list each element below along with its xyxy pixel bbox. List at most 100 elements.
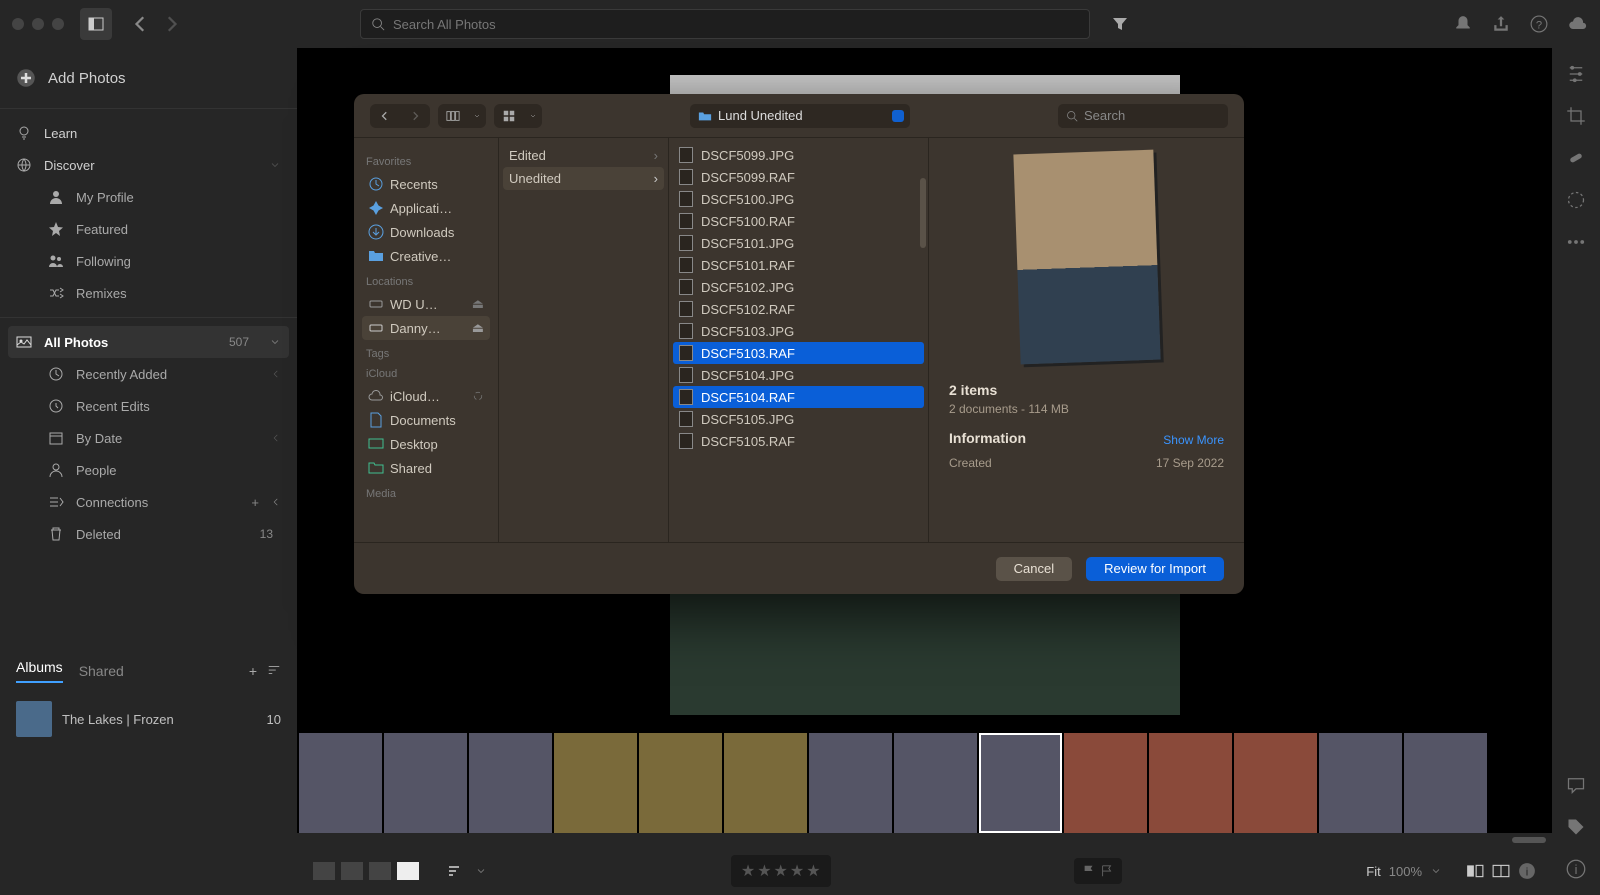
close-window-icon[interactable] (12, 18, 24, 30)
cloud-icon[interactable] (1568, 14, 1588, 34)
zoom-value[interactable]: 100% (1389, 864, 1422, 879)
connections-nav[interactable]: Connections + (0, 486, 297, 518)
crop-icon[interactable] (1566, 106, 1586, 126)
file-row[interactable]: DSCF5104.RAF (673, 386, 924, 408)
path-dropdown[interactable]: Lund Unedited (690, 104, 910, 128)
grid-large-icon[interactable] (313, 862, 335, 880)
file-row[interactable]: DSCF5101.JPG (669, 232, 928, 254)
filmstrip-thumb[interactable] (1404, 733, 1487, 833)
file-row[interactable]: DSCF5103.JPG (669, 320, 928, 342)
single-view-icon[interactable] (397, 862, 419, 880)
filmstrip-thumb[interactable] (1234, 733, 1317, 833)
deleted-nav[interactable]: Deleted 13 (0, 518, 297, 550)
show-more-link[interactable]: Show More (1163, 433, 1224, 447)
grid-small-icon[interactable] (341, 862, 363, 880)
info-panel-icon[interactable]: i (1566, 859, 1586, 879)
by-date-nav[interactable]: By Date (0, 422, 297, 454)
fullscreen-window-icon[interactable] (52, 18, 64, 30)
rating-stars[interactable]: ★★★★★ (731, 855, 831, 887)
flag-buttons[interactable] (1074, 858, 1122, 884)
danny-drive-item[interactable]: Danny…⏏ (362, 316, 490, 340)
featured-nav[interactable]: Featured (0, 213, 297, 245)
shared-tab[interactable]: Shared (79, 663, 124, 679)
chevron-down-icon[interactable] (475, 865, 487, 877)
filmstrip-thumb[interactable] (1064, 733, 1147, 833)
mask-icon[interactable] (1566, 190, 1586, 210)
file-row[interactable]: DSCF5099.RAF (669, 166, 928, 188)
sliders-icon[interactable] (1566, 64, 1586, 84)
recents-item[interactable]: Recents (362, 172, 490, 196)
filmstrip-thumb[interactable] (299, 733, 382, 833)
file-row[interactable]: DSCF5100.JPG (669, 188, 928, 210)
file-row[interactable]: DSCF5102.JPG (669, 276, 928, 298)
add-album-icon[interactable]: + (249, 663, 257, 679)
back-arrow-icon[interactable] (132, 15, 150, 33)
panel-toggle-button[interactable] (80, 8, 112, 40)
search-photos-input[interactable]: Search All Photos (360, 9, 1090, 39)
learn-nav[interactable]: Learn (0, 117, 297, 149)
filmstrip-thumb[interactable] (1149, 733, 1232, 833)
heal-icon[interactable] (1566, 148, 1586, 168)
help-icon[interactable]: ? (1530, 15, 1548, 33)
album-item[interactable]: The Lakes | Frozen 10 (0, 693, 297, 745)
flag-pick-icon[interactable] (1082, 864, 1096, 878)
folder-edited[interactable]: Edited› (499, 144, 668, 167)
forward-arrow-icon[interactable] (162, 15, 180, 33)
comment-icon[interactable] (1566, 775, 1586, 795)
sort-icon[interactable] (267, 663, 281, 677)
cancel-button[interactable]: Cancel (996, 557, 1072, 581)
flag-reject-icon[interactable] (1100, 864, 1114, 878)
recently-added-nav[interactable]: Recently Added (0, 358, 297, 390)
downloads-item[interactable]: Downloads (362, 220, 490, 244)
filmstrip-thumb[interactable] (894, 733, 977, 833)
back-button[interactable] (370, 104, 400, 128)
file-row[interactable]: DSCF5103.RAF (673, 342, 924, 364)
following-nav[interactable]: Following (0, 245, 297, 277)
filmstrip-scrollbar[interactable] (1512, 837, 1546, 843)
file-row[interactable]: DSCF5102.RAF (669, 298, 928, 320)
view-grid-button[interactable] (494, 104, 542, 128)
file-row[interactable]: DSCF5104.JPG (669, 364, 928, 386)
desktop-item[interactable]: Desktop (362, 432, 490, 456)
before-after-icon[interactable] (1466, 862, 1484, 880)
compare-icon[interactable] (369, 862, 391, 880)
filmstrip-thumb[interactable] (469, 733, 552, 833)
fit-label[interactable]: Fit (1366, 864, 1380, 879)
tag-icon[interactable] (1566, 817, 1586, 837)
view-columns-button[interactable] (438, 104, 486, 128)
share-icon[interactable] (1492, 15, 1510, 33)
filmstrip-thumb[interactable] (809, 733, 892, 833)
file-scrollbar[interactable] (920, 178, 926, 248)
filmstrip-thumb[interactable] (639, 733, 722, 833)
people-nav[interactable]: People (0, 454, 297, 486)
review-import-button[interactable]: Review for Import (1086, 557, 1224, 581)
filmstrip-thumb[interactable] (1319, 733, 1402, 833)
discover-nav[interactable]: Discover (0, 149, 297, 181)
filmstrip-thumb[interactable] (554, 733, 637, 833)
creative-item[interactable]: Creative… (362, 244, 490, 268)
all-photos-nav[interactable]: All Photos 507 (8, 326, 289, 358)
wd-drive-item[interactable]: WD U…⏏ (362, 292, 490, 316)
file-row[interactable]: DSCF5105.RAF (669, 430, 928, 452)
minimize-window-icon[interactable] (32, 18, 44, 30)
info-icon[interactable]: i (1518, 862, 1536, 880)
modal-search-input[interactable]: Search (1058, 104, 1228, 128)
remixes-nav[interactable]: Remixes (0, 277, 297, 309)
filter-icon[interactable] (1112, 16, 1128, 32)
applications-item[interactable]: Applicati… (362, 196, 490, 220)
more-icon[interactable] (1566, 232, 1586, 252)
my-profile-nav[interactable]: My Profile (0, 181, 297, 213)
chevron-down-icon[interactable] (1430, 865, 1442, 877)
file-row[interactable]: DSCF5105.JPG (669, 408, 928, 430)
albums-tab[interactable]: Albums (16, 659, 63, 683)
add-photos-button[interactable]: Add Photos (0, 56, 297, 100)
filmstrip-thumb[interactable] (384, 733, 467, 833)
filmstrip-thumb[interactable] (979, 733, 1062, 833)
folder-unedited[interactable]: Unedited› (503, 167, 664, 190)
bell-icon[interactable] (1454, 15, 1472, 33)
recent-edits-nav[interactable]: Recent Edits (0, 390, 297, 422)
file-row[interactable]: DSCF5099.JPG (669, 144, 928, 166)
split-view-icon[interactable] (1492, 862, 1510, 880)
file-row[interactable]: DSCF5100.RAF (669, 210, 928, 232)
file-row[interactable]: DSCF5101.RAF (669, 254, 928, 276)
